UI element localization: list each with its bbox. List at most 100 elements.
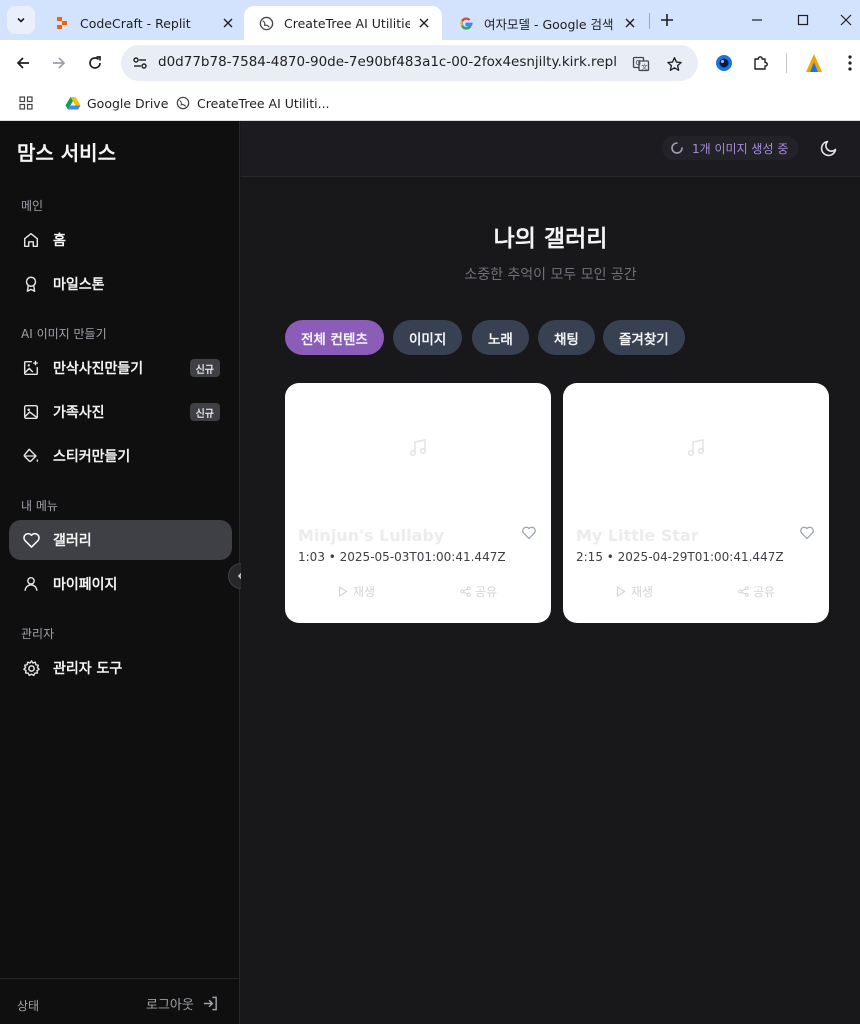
- tab-search-button[interactable]: [7, 6, 35, 34]
- play-button[interactable]: 재생: [615, 583, 653, 600]
- extension-icon[interactable]: [712, 51, 736, 75]
- tab-divider: [649, 13, 650, 29]
- image-plus-icon: [21, 358, 41, 378]
- sidebar-item-gallery[interactable]: 갤러리: [9, 520, 232, 560]
- plus-icon: [661, 14, 673, 26]
- svg-text:G: G: [636, 59, 641, 67]
- page-title: 나의 갤러리: [493, 226, 608, 252]
- share-button[interactable]: 공유: [737, 583, 775, 600]
- filter-images[interactable]: 이미지: [393, 320, 463, 355]
- bookmark-label: Google Drive: [87, 95, 169, 111]
- address-bar[interactable]: d0d77b78-7584-4870-90de-7e90bf483a1c-00-…: [121, 45, 698, 81]
- play-icon: [337, 586, 349, 598]
- close-window-button[interactable]: [834, 8, 858, 32]
- tab-createtree[interactable]: CreateTree AI Utilities: [244, 6, 442, 40]
- section-mymenu-label: 내 메뉴: [21, 499, 58, 513]
- user-icon: [21, 574, 41, 594]
- play-button[interactable]: 재생: [337, 583, 375, 600]
- sidebar-item-label: 마일스톤: [53, 277, 105, 293]
- bookmark-label: CreateTree AI Utiliti...: [197, 95, 330, 111]
- sidebar-item-milestone[interactable]: 마일스톤: [9, 264, 232, 304]
- profile-avatar-icon[interactable]: [802, 51, 826, 75]
- logout-button[interactable]: 로그아웃: [146, 994, 220, 1013]
- new-badge: 신규: [189, 403, 220, 421]
- brand-logo[interactable]: 맘스 서비스: [17, 137, 116, 166]
- share-button[interactable]: 공유: [459, 583, 497, 600]
- top-header: 1개 이미지 생성 중: [241, 121, 860, 177]
- moon-icon: [820, 140, 837, 157]
- bookmarks-bar: Google Drive CreateTree AI Utiliti...: [0, 86, 860, 121]
- sidebar-item-label: 스티커만들기: [53, 449, 131, 465]
- sidebar-item-label: 관리자 도구: [53, 661, 123, 677]
- tab-title: CodeCraft - Replit: [80, 15, 191, 31]
- share-icon: [459, 586, 471, 598]
- close-icon: [840, 14, 852, 26]
- google-icon: [458, 15, 474, 31]
- bookmark-star-icon[interactable]: [663, 53, 685, 75]
- share-icon: [737, 586, 749, 598]
- filter-chat[interactable]: 채팅: [538, 320, 595, 355]
- logout-icon: [202, 995, 220, 1013]
- back-button[interactable]: [11, 51, 35, 75]
- close-icon[interactable]: [622, 15, 638, 31]
- sidebar-item-family-photo[interactable]: 가족사진 신규: [9, 392, 232, 432]
- new-tab-button[interactable]: [656, 9, 678, 31]
- globe-icon: [258, 15, 274, 31]
- sidebar-item-home[interactable]: 홈: [9, 220, 232, 260]
- gallery-card[interactable]: My Little Star 2:15 • 2025-04-29T01:00:4…: [563, 383, 829, 623]
- sidebar-item-maternity-photo[interactable]: 만삭사진만들기 신규: [9, 348, 232, 388]
- play-label: 재생: [631, 585, 654, 599]
- url-text[interactable]: d0d77b78-7584-4870-90de-7e90bf483a1c-00-…: [158, 54, 618, 70]
- sidebar-footer: 상태 로그아웃: [0, 978, 240, 1024]
- share-label: 공유: [475, 585, 498, 599]
- tab-title: 여자모델 - Google 검색: [484, 16, 614, 32]
- site-info-icon[interactable]: [129, 52, 151, 74]
- theme-toggle-button[interactable]: [818, 137, 840, 159]
- card-meta: 1:03 • 2025-05-03T01:00:41.447Z: [298, 550, 506, 564]
- globe-icon: [175, 95, 191, 111]
- generation-status-badge[interactable]: 1개 이미지 생성 중: [662, 136, 799, 160]
- tab-title: CreateTree AI Utilities: [284, 15, 410, 31]
- image-icon: [21, 402, 41, 422]
- share-label: 공유: [753, 585, 776, 599]
- close-icon[interactable]: [416, 15, 432, 31]
- sidebar-item-admin-tools[interactable]: 관리자 도구: [9, 648, 232, 688]
- section-main-label: 메인: [21, 199, 44, 213]
- gallery-card[interactable]: Minjun's Lullaby 1:03 • 2025-05-03T01:00…: [285, 383, 551, 623]
- apps-button[interactable]: [18, 91, 40, 115]
- logout-label: 로그아웃: [146, 998, 194, 1013]
- status-label: 상태: [17, 999, 40, 1013]
- tab-google-search[interactable]: 여자모델 - Google 검색: [444, 6, 648, 40]
- filter-songs[interactable]: 노래: [472, 320, 529, 355]
- card-title: My Little Star: [576, 526, 699, 545]
- puzzle-icon[interactable]: [749, 51, 773, 75]
- chevron-down-icon: [17, 17, 25, 23]
- bookmark-createtree[interactable]: CreateTree AI Utiliti...: [175, 91, 330, 115]
- card-meta: 2:15 • 2025-04-29T01:00:41.447Z: [576, 550, 784, 564]
- tab-codecraft[interactable]: CodeCraft - Replit: [40, 6, 246, 40]
- sidebar-item-label: 마이페이지: [53, 577, 118, 593]
- bookmark-google-drive[interactable]: Google Drive: [65, 91, 168, 115]
- close-icon[interactable]: [220, 15, 236, 31]
- filter-favorites[interactable]: 즐겨찾기: [603, 320, 685, 355]
- translate-icon[interactable]: G文: [630, 53, 652, 75]
- main-content: 1개 이미지 생성 중 나의 갤러리 소중한 추억이 모두 모인 공간 전체 컨…: [241, 121, 860, 1024]
- maximize-icon: [797, 14, 809, 26]
- sidebar-item-sticker[interactable]: 스티커만들기: [9, 436, 232, 476]
- minimize-button[interactable]: [745, 8, 769, 32]
- forward-button[interactable]: [47, 51, 71, 75]
- apps-grid-icon: [18, 95, 34, 111]
- favorite-heart-icon[interactable]: [520, 523, 538, 541]
- svg-text:文: 文: [641, 62, 648, 71]
- filter-all[interactable]: 전체 컨텐츠: [285, 320, 384, 355]
- sidebar-item-mypage[interactable]: 마이페이지: [9, 564, 232, 604]
- favorite-heart-icon[interactable]: [798, 523, 816, 541]
- reload-icon: [89, 56, 101, 69]
- reload-button[interactable]: [83, 51, 107, 75]
- browser-toolbar: d0d77b78-7584-4870-90de-7e90bf483a1c-00-…: [0, 40, 860, 86]
- replit-icon: [54, 15, 70, 31]
- maximize-button[interactable]: [791, 8, 815, 32]
- more-menu-icon[interactable]: [838, 51, 860, 75]
- minimize-icon: [752, 19, 762, 21]
- play-label: 재생: [353, 585, 376, 599]
